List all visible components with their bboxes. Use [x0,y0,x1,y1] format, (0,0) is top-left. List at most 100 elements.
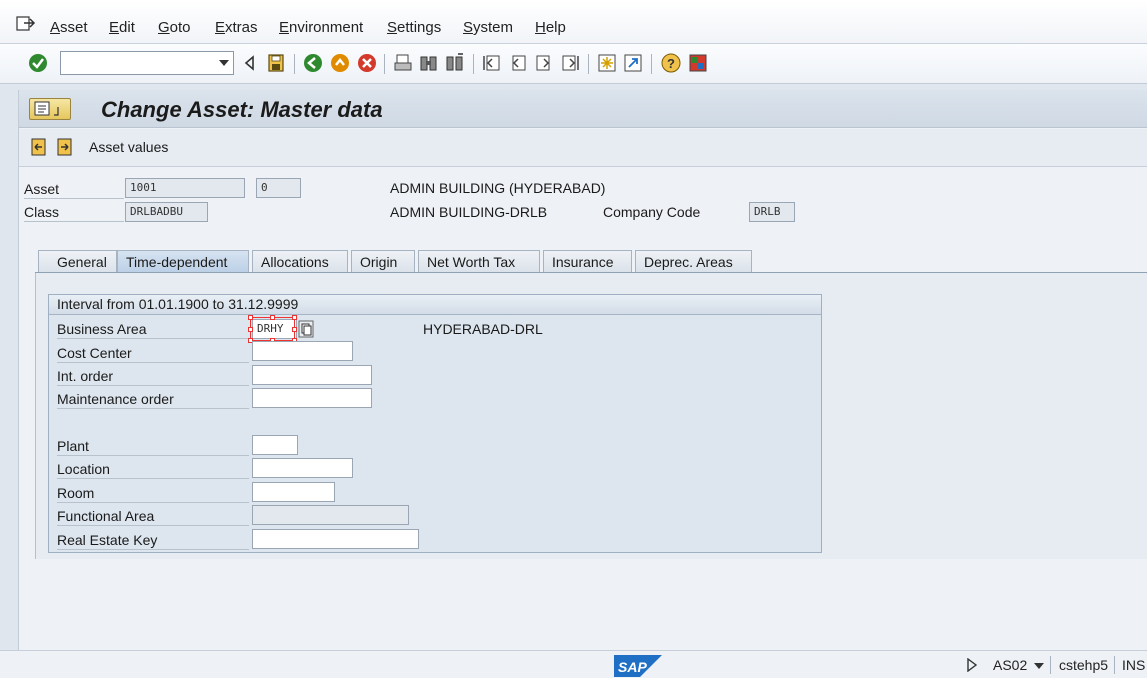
int-order-label: Int. order [57,368,114,384]
class-description: ADMIN BUILDING-DRLB [390,204,548,220]
status-transaction[interactable]: AS02 [993,657,1027,673]
menu-edit[interactable]: Edit [109,19,135,36]
menu-goto[interactable]: Goto [158,19,191,36]
toolbar-separator [384,54,385,74]
label-underline [57,338,249,339]
sap-logo: SAP [614,655,662,677]
tab-net-worth-tax[interactable]: Net Worth Tax [418,250,540,272]
find-icon[interactable] [419,53,439,73]
label-underline [57,478,249,479]
chevron-down-icon[interactable] [1034,663,1044,669]
cost-center-field[interactable] [252,341,353,361]
tab-origin[interactable]: Origin [351,250,415,272]
status-separator [1114,656,1115,674]
customize-layout-icon[interactable] [688,53,708,73]
menu-environment[interactable]: Environment [279,19,363,36]
label-underline [57,502,249,503]
toolbar-separator [588,54,589,74]
status-separator [1050,656,1051,674]
room-field[interactable] [252,482,335,502]
page-title: Change Asset: Master data [101,97,383,122]
label-underline [57,549,249,550]
tab-allocations[interactable]: Allocations [252,250,348,272]
tab-deprec-areas[interactable]: Deprec. Areas [635,250,752,272]
location-label: Location [57,461,110,477]
svg-text:SAP: SAP [618,659,647,675]
real-estate-key-field[interactable] [252,529,419,549]
copy-icon[interactable] [298,320,314,338]
business-area-label: Business Area [57,321,147,337]
location-field[interactable] [252,458,353,478]
exit-icon[interactable] [330,53,350,73]
exit-menu-icon[interactable] [16,15,36,33]
toolbar-separator [473,54,474,74]
asset-label: Asset [24,181,60,197]
shortcut-icon[interactable] [623,53,643,73]
tab-insurance[interactable]: Insurance [543,250,632,272]
toolbar-separator [651,54,652,74]
label-underline [57,362,249,363]
menu-bar: Asset Edit Goto Extras Environment Setti… [0,0,1147,44]
menu-extras[interactable]: Extras [215,19,258,36]
print-icon[interactable] [393,53,413,73]
tab-time-dependent[interactable]: Time-dependent [117,250,249,272]
selection-handle [248,327,253,332]
label-underline [57,408,249,409]
business-area-text: HYDERABAD-DRL [423,321,543,337]
functional-area-label: Functional Area [57,508,155,524]
interval-header: Interval from 01.01.1900 to 31.12.9999 [49,295,821,315]
class-field[interactable]: DRLBADBU [125,202,208,222]
help-icon[interactable]: ? [661,53,681,73]
next-page-icon[interactable] [534,53,554,73]
selection-handle [292,327,297,332]
first-page-icon[interactable] [482,53,502,73]
tab-general[interactable]: General [38,250,117,272]
asset-number-field[interactable]: 1001 [125,178,245,198]
cost-center-label: Cost Center [57,345,132,361]
status-bar: SAP AS02 cstehp5 INS [0,650,1147,678]
cancel-icon[interactable] [357,53,377,73]
company-code-label: Company Code [603,204,701,220]
previous-page-icon[interactable] [508,53,528,73]
room-label: Room [57,485,95,501]
triangle-left-icon[interactable] [240,53,260,73]
asset-subnumber-field[interactable]: 0 [256,178,301,198]
menu-asset[interactable]: Asset [50,19,88,36]
overview-button[interactable] [29,98,71,120]
real-estate-key-label: Real Estate Key [57,532,158,548]
menu-settings[interactable]: Settings [387,19,441,36]
functional-area-field[interactable] [252,505,409,525]
class-label: Class [24,204,60,220]
label-underline [24,198,124,199]
status-server: cstehp5 [1059,657,1109,673]
next-asset-icon[interactable] [56,138,74,156]
new-session-icon[interactable] [597,53,617,73]
main-content: Change Asset: Master data Asset values A… [18,90,1147,650]
previous-asset-icon[interactable] [30,138,48,156]
selection-handle [248,315,253,320]
label-underline [57,525,249,526]
back-icon[interactable] [303,53,323,73]
triangle-right-icon[interactable] [966,658,978,672]
tab-panel-time-dependent: Interval from 01.01.1900 to 31.12.9999 B… [35,273,1147,559]
menu-help[interactable]: Help [535,19,566,36]
last-page-icon[interactable] [560,53,580,73]
status-mode[interactable]: INS [1122,657,1145,673]
find-next-icon[interactable] [445,53,465,73]
menu-system[interactable]: System [463,19,513,36]
chevron-down-icon[interactable] [219,60,229,66]
save-icon[interactable] [266,53,286,73]
interval-group: Interval from 01.01.1900 to 31.12.9999 B… [48,294,822,553]
enter-check-icon[interactable] [28,53,48,73]
asset-values-button[interactable]: Asset values [89,139,168,155]
application-toolbar: Asset values [19,129,1147,167]
company-code-field[interactable]: DRLB [749,202,795,222]
command-field[interactable] [60,51,234,75]
asset-overview-icon [34,101,59,116]
int-order-field[interactable] [252,365,372,385]
plant-field[interactable] [252,435,298,455]
maintenance-order-field[interactable] [252,388,372,408]
title-bar: Change Asset: Master data [19,90,1147,128]
label-underline [24,221,124,222]
maintenance-order-label: Maintenance order [57,391,174,407]
